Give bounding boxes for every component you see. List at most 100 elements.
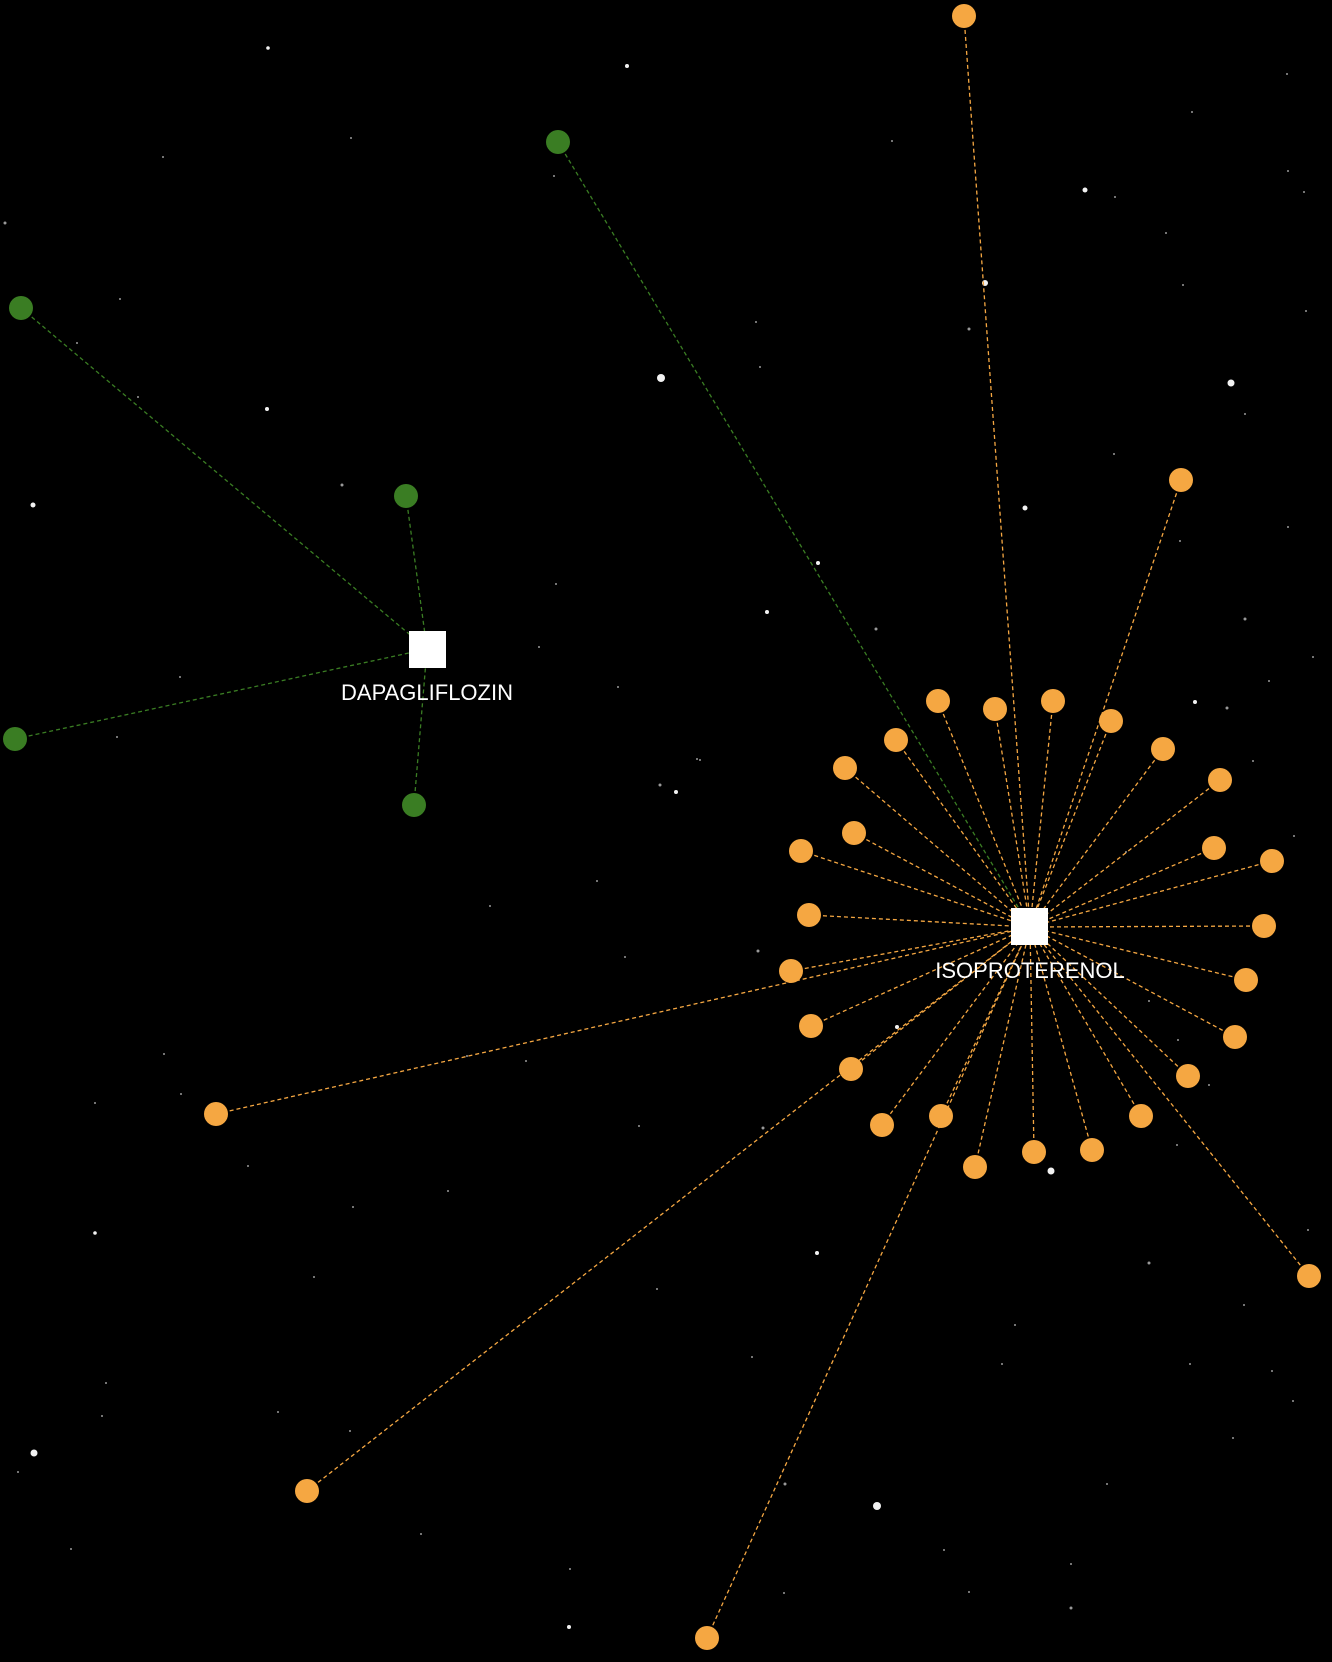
edge-green-isoproterenol [557, 141, 1031, 928]
star-dot [656, 1288, 658, 1290]
star-dot [1252, 760, 1254, 762]
leaf-node-green[interactable] [9, 296, 33, 320]
star-dot [1271, 1370, 1273, 1372]
star-dot [94, 1102, 96, 1104]
edge-orange-isoproterenol [881, 926, 1031, 1126]
star-dot [538, 646, 540, 648]
star-dot [116, 736, 118, 738]
star-dot [674, 790, 678, 794]
leaf-node-orange[interactable] [1176, 1064, 1200, 1088]
leaf-node-orange[interactable] [204, 1102, 228, 1126]
star-dot [1243, 617, 1247, 621]
leaf-node-orange[interactable] [1169, 468, 1193, 492]
edge-orange-isoproterenol [1029, 847, 1215, 928]
leaf-node-orange[interactable] [1041, 689, 1065, 713]
leaf-node-orange[interactable] [1223, 1025, 1247, 1049]
leaf-node-green[interactable] [402, 793, 426, 817]
star-dot [1177, 1039, 1179, 1041]
star-dot [783, 1592, 785, 1594]
star-dot [1293, 835, 1295, 837]
leaf-node-orange[interactable] [963, 1155, 987, 1179]
star-dot [1047, 1167, 1055, 1175]
leaf-node-orange[interactable] [929, 1104, 953, 1128]
star-dot [352, 1206, 354, 1208]
leaf-node-orange[interactable] [1208, 768, 1232, 792]
leaf-node-orange[interactable] [1080, 1138, 1104, 1162]
star-dot [1303, 191, 1305, 193]
star-dot [1022, 505, 1028, 511]
star-dot [1193, 700, 1197, 704]
star-dot [1312, 656, 1314, 658]
hub-dapagliflozin-square[interactable] [409, 631, 446, 668]
star-dot [783, 1482, 787, 1486]
star-dot [567, 1625, 571, 1629]
leaf-node-orange[interactable] [1202, 836, 1226, 860]
leaf-node-orange[interactable] [799, 1014, 823, 1038]
star-dot [247, 1165, 249, 1167]
leaf-node-orange[interactable] [1297, 1264, 1321, 1288]
leaf-node-orange[interactable] [983, 697, 1007, 721]
star-dot [1113, 453, 1115, 455]
star-dot [873, 1502, 881, 1510]
leaf-node-orange[interactable] [870, 1113, 894, 1137]
star-dot [1106, 1483, 1108, 1485]
star-dot [624, 956, 626, 958]
star-dot [874, 627, 878, 631]
star-dot [657, 374, 665, 382]
star-dot [1191, 111, 1193, 113]
leaf-node-orange[interactable] [779, 959, 803, 983]
leaf-node-orange[interactable] [695, 1626, 719, 1650]
leaf-node-orange[interactable] [1099, 709, 1123, 733]
star-dot [1287, 170, 1289, 172]
leaf-node-orange[interactable] [842, 821, 866, 845]
star-dot [617, 686, 619, 688]
edge-orange-isoproterenol [853, 832, 1031, 928]
leaf-node-orange[interactable] [1234, 968, 1258, 992]
star-dot [3, 221, 7, 225]
star-dot [699, 759, 701, 761]
leaf-nodes-layer [3, 4, 1321, 1650]
star-dot [596, 880, 598, 882]
star-dot [1082, 187, 1088, 193]
star-dot [895, 1025, 899, 1029]
leaf-node-orange[interactable] [1022, 1140, 1046, 1164]
leaf-node-orange[interactable] [1129, 1104, 1153, 1128]
edge-orange-isoproterenol [937, 700, 1031, 928]
leaf-node-orange[interactable] [1260, 849, 1284, 873]
network-graph-canvas[interactable]: DAPAGLIFLOZIN ISOPROTERENOL [0, 0, 1332, 1662]
leaf-node-orange[interactable] [884, 728, 908, 752]
hub-isoproterenol-square[interactable] [1011, 908, 1048, 945]
leaf-node-orange[interactable] [1252, 914, 1276, 938]
star-dot [137, 396, 139, 398]
star-dot [1292, 1400, 1294, 1402]
star-dot [265, 407, 269, 411]
star-dot [350, 137, 352, 139]
leaf-node-orange[interactable] [926, 689, 950, 713]
star-dot [1014, 1324, 1016, 1326]
star-dot [1286, 73, 1288, 75]
leaf-node-orange[interactable] [789, 839, 813, 863]
leaf-node-green[interactable] [394, 484, 418, 508]
star-dot [1182, 284, 1184, 286]
leaf-node-orange[interactable] [295, 1479, 319, 1503]
edge-green-dapagliflozin [405, 495, 428, 650]
star-dot [420, 1533, 422, 1535]
star-dot [1225, 706, 1229, 710]
leaf-node-green[interactable] [3, 727, 27, 751]
leaf-node-orange[interactable] [833, 756, 857, 780]
star-dot [943, 1549, 945, 1551]
leaf-node-orange[interactable] [797, 903, 821, 927]
star-dot [1307, 1229, 1309, 1231]
edge-orange-isoproterenol [994, 708, 1031, 928]
hub-dapagliflozin-label: DAPAGLIFLOZIN [341, 680, 513, 705]
star-dot [101, 1415, 103, 1417]
star-dot [1147, 1261, 1151, 1265]
star-dot [180, 1093, 182, 1095]
leaf-node-orange[interactable] [952, 4, 976, 28]
hub-dapagliflozin[interactable]: DAPAGLIFLOZIN [341, 631, 513, 705]
star-dot [163, 1053, 165, 1055]
leaf-node-orange[interactable] [839, 1057, 863, 1081]
star-dot [761, 1126, 765, 1130]
leaf-node-orange[interactable] [1151, 737, 1175, 761]
leaf-node-green[interactable] [546, 130, 570, 154]
